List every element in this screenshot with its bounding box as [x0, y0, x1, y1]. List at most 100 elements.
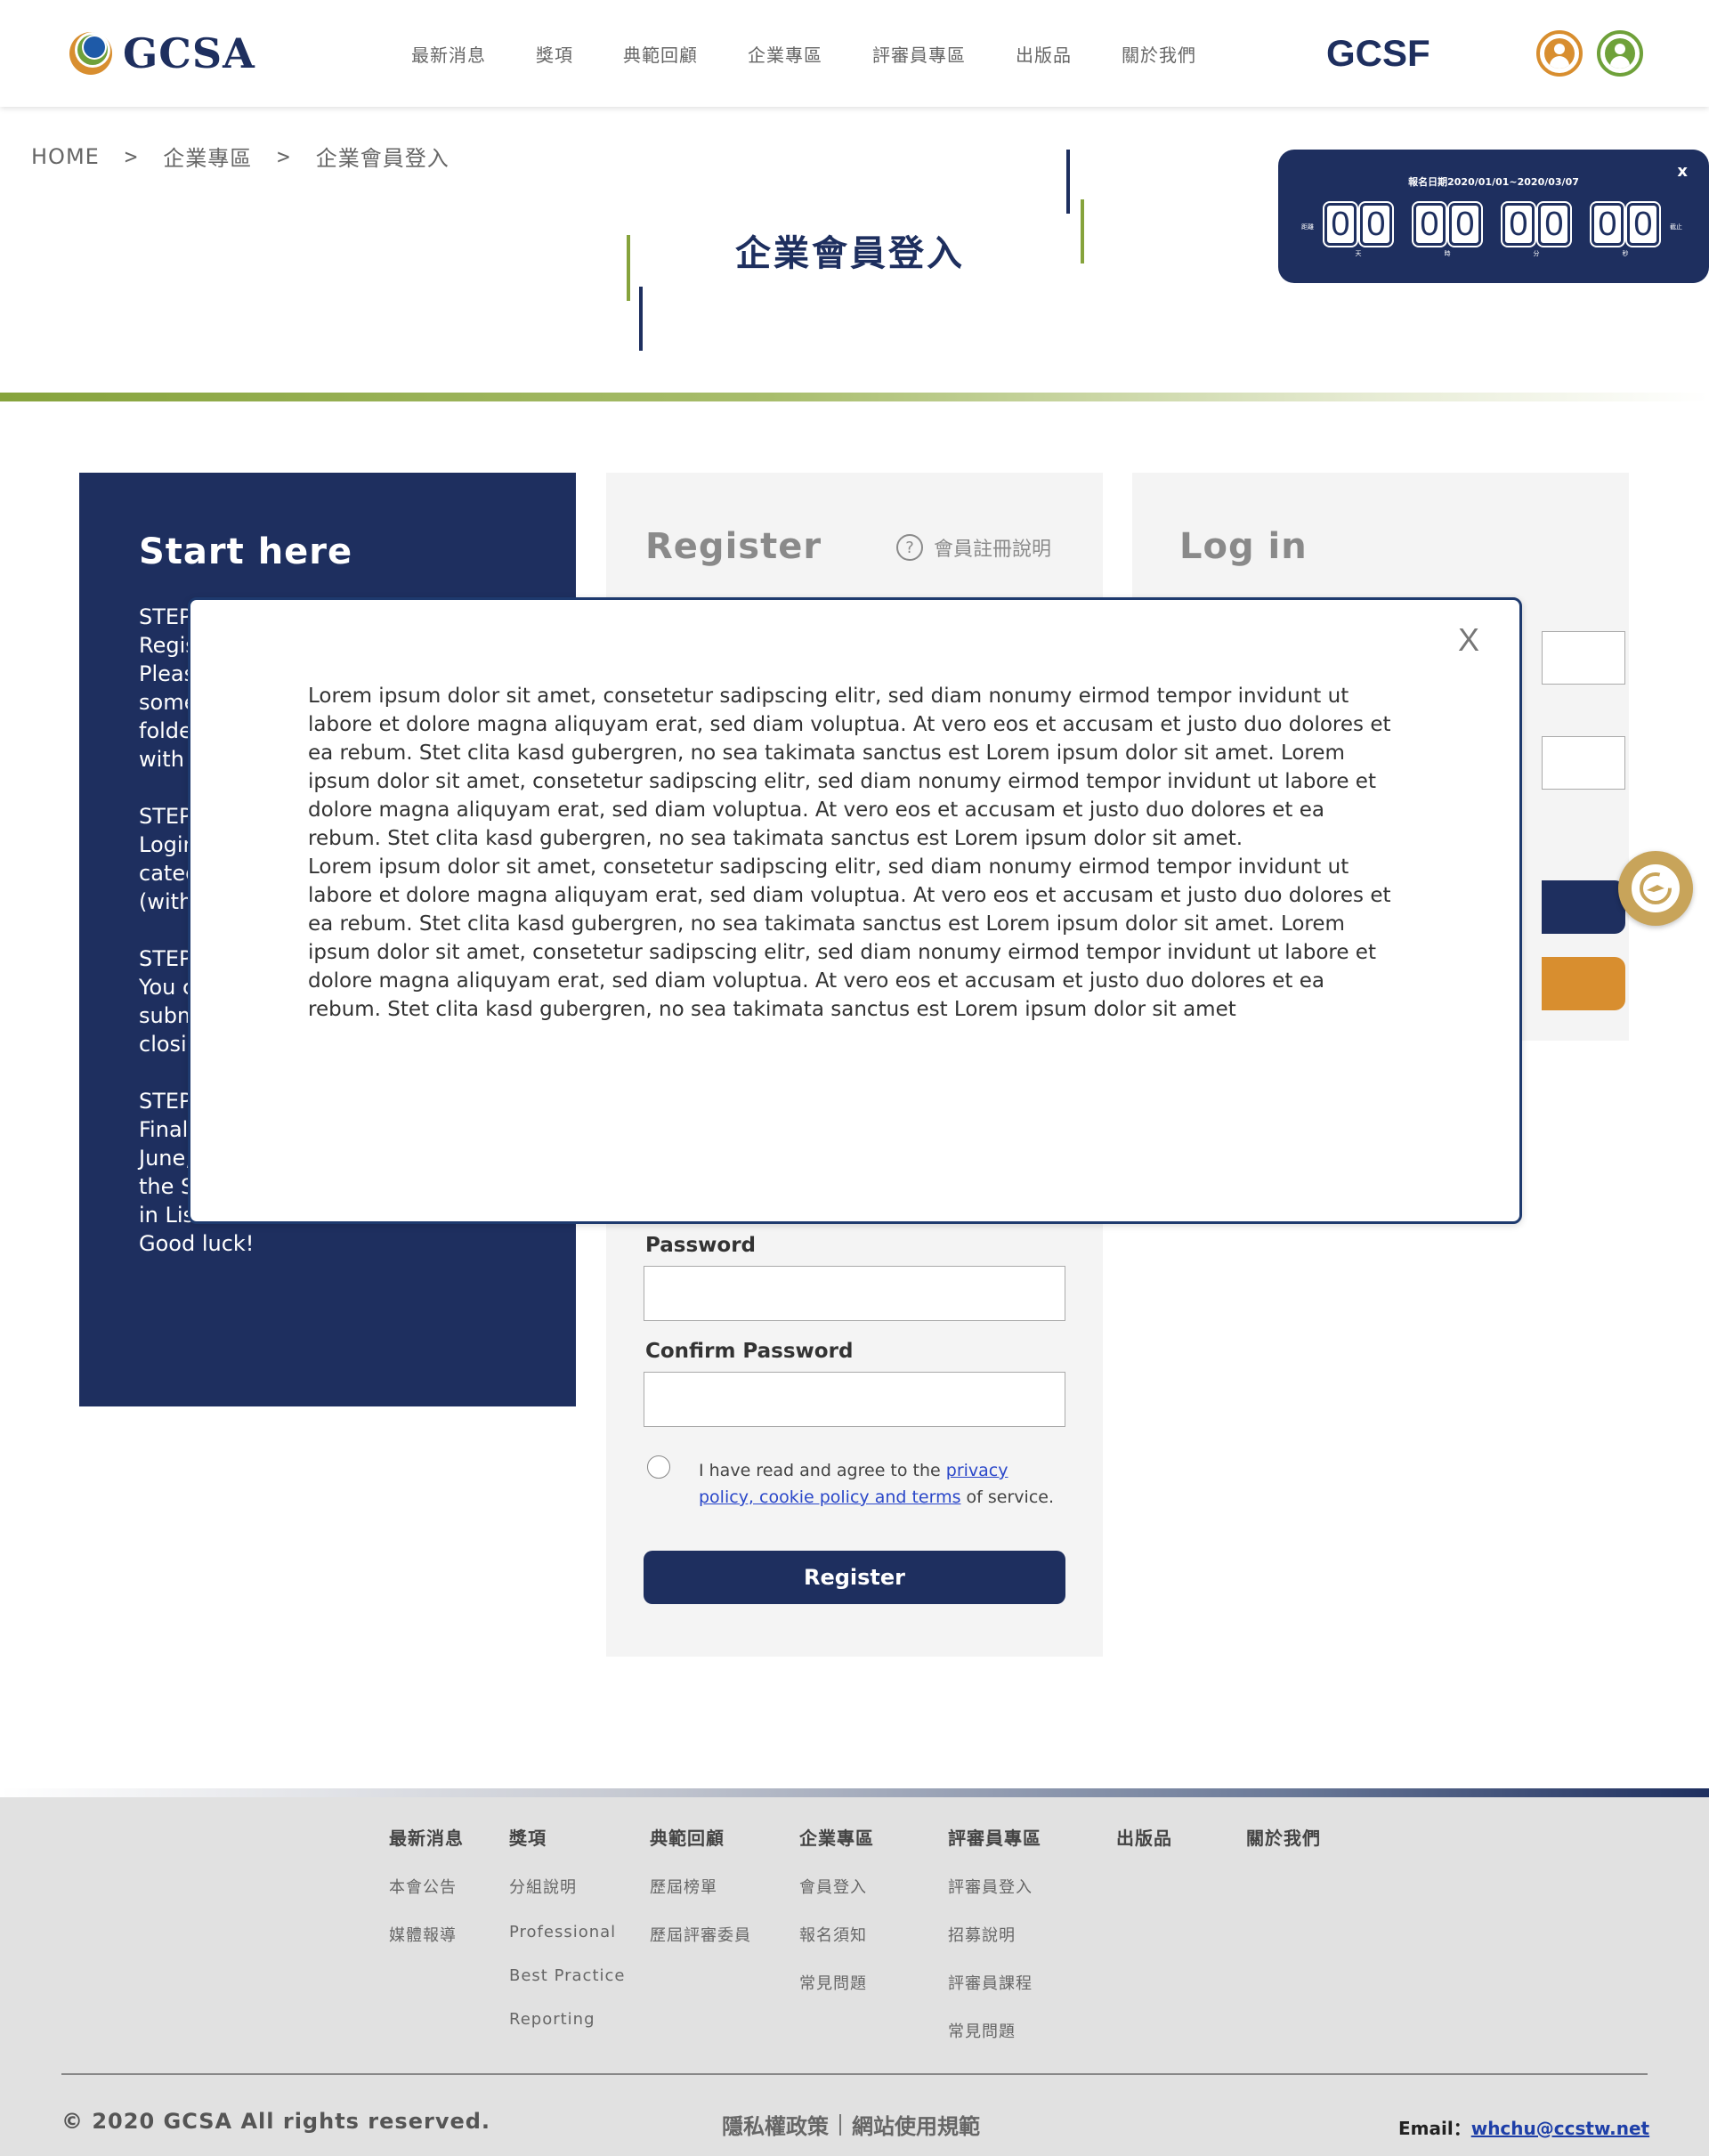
agree-terms-radio[interactable] [647, 1455, 670, 1479]
confirm-password-input[interactable] [644, 1372, 1065, 1427]
footer-link[interactable]: 報名須知 [799, 1923, 874, 1946]
countdown-right-label: 截止 [1670, 223, 1682, 231]
footer-link[interactable]: Reporting [509, 2010, 625, 2029]
logo-text: GCSA [123, 29, 255, 77]
nav-item-review[interactable]: 典範回顧 [623, 41, 698, 67]
gcsa-logo[interactable]: GCSA [68, 27, 263, 80]
secondary-login-button[interactable] [1542, 957, 1625, 1010]
register-help-link[interactable]: ? 會員註冊說明 [896, 533, 1051, 562]
enterprise-user-icon[interactable] [1536, 30, 1583, 77]
modal-close-button[interactable]: X [1458, 621, 1479, 659]
footer-col-about: 關於我們 [1246, 1824, 1321, 1850]
footer-link[interactable]: 分組說明 [509, 1875, 625, 1898]
judge-user-icon[interactable] [1597, 30, 1643, 77]
agree-terms-text: I have read and agree to the privacy pol… [699, 1457, 1055, 1511]
countdown-digit: 0 [1538, 203, 1570, 246]
chat-icon [1628, 861, 1683, 916]
countdown-digit: 0 [1627, 203, 1659, 246]
footer-col-head[interactable]: 典範回顧 [650, 1824, 751, 1850]
password-input[interactable] [644, 1266, 1065, 1321]
countdown-left-label: 距離 [1301, 223, 1314, 231]
email-link[interactable]: whchu@ccstw.net [1471, 2118, 1649, 2139]
login-title: Log in [1179, 526, 1308, 567]
breadcrumb-separator: > [277, 143, 291, 169]
nav-item-about[interactable]: 關於我們 [1122, 41, 1196, 67]
footer-link[interactable]: 歷屆榜單 [650, 1875, 751, 1898]
footer-link[interactable]: Best Practice [509, 1966, 625, 1985]
footer-col-awards: 獎項 分組說明 Professional Best Practice Repor… [509, 1824, 625, 2029]
register-button[interactable]: Register [644, 1551, 1065, 1604]
footer-col-judges: 評審員專區 評審員登入 招募說明 評審員課程 常見問題 [948, 1824, 1041, 2042]
gcsf-logo[interactable]: GCSF [1326, 32, 1430, 75]
footer-col-head[interactable]: 出版品 [1116, 1824, 1172, 1850]
title-decoration-right [949, 150, 1200, 263]
footer-col-head[interactable]: 企業專區 [799, 1824, 874, 1850]
footer-divider [0, 1788, 1709, 1797]
footer-link[interactable]: 歷屆評審委員 [650, 1923, 751, 1946]
countdown-digit: 0 [1360, 203, 1392, 246]
footer-link[interactable]: 媒體報導 [389, 1923, 464, 1946]
privacy-policy-link[interactable]: 隱私權政策 [722, 2109, 829, 2140]
footer-link[interactable]: 招募說明 [948, 1923, 1041, 1946]
countdown-unit-label: 分 [1533, 250, 1540, 257]
terms-of-use-link[interactable]: 網站使用規範 [852, 2109, 980, 2140]
agree-prefix: I have read and agree to the [699, 1461, 946, 1480]
title-decoration-left [511, 235, 760, 351]
footer-link[interactable]: 評審員課程 [948, 1971, 1041, 1994]
info-modal: X Lorem ipsum dolor sit amet, consetetur… [188, 597, 1522, 1224]
countdown-date: 報名日期2020/01/01~2020/03/07 [1408, 176, 1579, 188]
nav-item-publications[interactable]: 出版品 [1016, 41, 1072, 67]
countdown-digit: 0 [1413, 203, 1446, 246]
modal-paragraph: Lorem ipsum dolor sit amet, consetetur s… [308, 685, 1391, 850]
countdown-seconds: 0 0 秒 [1590, 203, 1661, 258]
password-label: Password [645, 1234, 756, 1257]
footer-link[interactable]: 本會公告 [389, 1875, 464, 1898]
footer-col-head[interactable]: 獎項 [509, 1824, 625, 1850]
countdown-unit-label: 天 [1355, 250, 1362, 257]
login-email-input[interactable] [1542, 631, 1625, 685]
countdown-digit: 0 [1502, 203, 1535, 246]
footer-col-head[interactable]: 關於我們 [1246, 1824, 1321, 1850]
footer-link[interactable]: 會員登入 [799, 1875, 874, 1898]
main-nav: 最新消息 獎項 典範回顧 企業專區 評審員專區 出版品 關於我們 [411, 41, 1246, 67]
start-here-title: Start here [139, 531, 353, 572]
footer-email: Email：whchu@ccstw.net [1398, 2114, 1649, 2140]
footer-col-enterprise: 企業專區 會員登入 報名須知 常見問題 [799, 1824, 874, 1994]
register-help-label: 會員註冊說明 [934, 539, 1052, 561]
countdown-digit: 0 [1592, 203, 1624, 246]
nav-item-news[interactable]: 最新消息 [411, 41, 486, 67]
nav-item-enterprise[interactable]: 企業專區 [748, 41, 822, 67]
footer-col-head[interactable]: 評審員專區 [948, 1824, 1041, 1850]
nav-item-awards[interactable]: 獎項 [536, 41, 573, 67]
email-label: Email： [1398, 2118, 1471, 2139]
section-divider [0, 393, 1709, 401]
floating-chat-button[interactable] [1618, 851, 1693, 926]
countdown-digit: 0 [1324, 203, 1357, 246]
nav-item-judges[interactable]: 評審員專區 [872, 41, 966, 67]
footer-rule [61, 2073, 1648, 2075]
countdown-row: 距離 0 0 天 0 0 時 0 0 分 0 0 秒 截止 [1301, 203, 1682, 258]
page-title: 企業會員登入 [735, 233, 965, 274]
breadcrumb-home[interactable]: HOME [31, 144, 100, 169]
footer-link[interactable]: Professional [509, 1923, 625, 1941]
footer-col-news: 最新消息 本會公告 媒體報導 [389, 1824, 464, 1946]
footer-col-head[interactable]: 最新消息 [389, 1824, 464, 1850]
breadcrumb-separator: > [124, 143, 139, 169]
footer-col-review: 典範回顧 歷屆榜單 歷屆評審委員 [650, 1824, 751, 1946]
login-password-input[interactable] [1542, 736, 1625, 790]
login-button[interactable] [1542, 880, 1625, 934]
footer-link[interactable]: 常見問題 [948, 2019, 1041, 2042]
countdown-unit-label: 時 [1444, 250, 1451, 257]
countdown-unit-label: 秒 [1622, 250, 1629, 257]
copyright: © 2020 GCSA All rights reserved. [61, 2109, 491, 2134]
question-icon: ? [896, 534, 923, 561]
site-header: GCSA 最新消息 獎項 典範回顧 企業專區 評審員專區 出版品 關於我們 GC… [0, 0, 1709, 107]
footer-link[interactable]: 評審員登入 [948, 1875, 1041, 1898]
breadcrumb-enterprise[interactable]: 企業專區 [163, 141, 252, 172]
policy-divider [839, 2113, 841, 2136]
gcsa-logo-icon [68, 30, 114, 77]
footer-link[interactable]: 常見問題 [799, 1971, 874, 1994]
breadcrumb-current: 企業會員登入 [315, 146, 450, 171]
countdown-hours: 0 0 時 [1412, 203, 1483, 258]
countdown-widget: x 報名日期2020/01/01~2020/03/07 距離 0 0 天 0 0… [1278, 150, 1709, 283]
